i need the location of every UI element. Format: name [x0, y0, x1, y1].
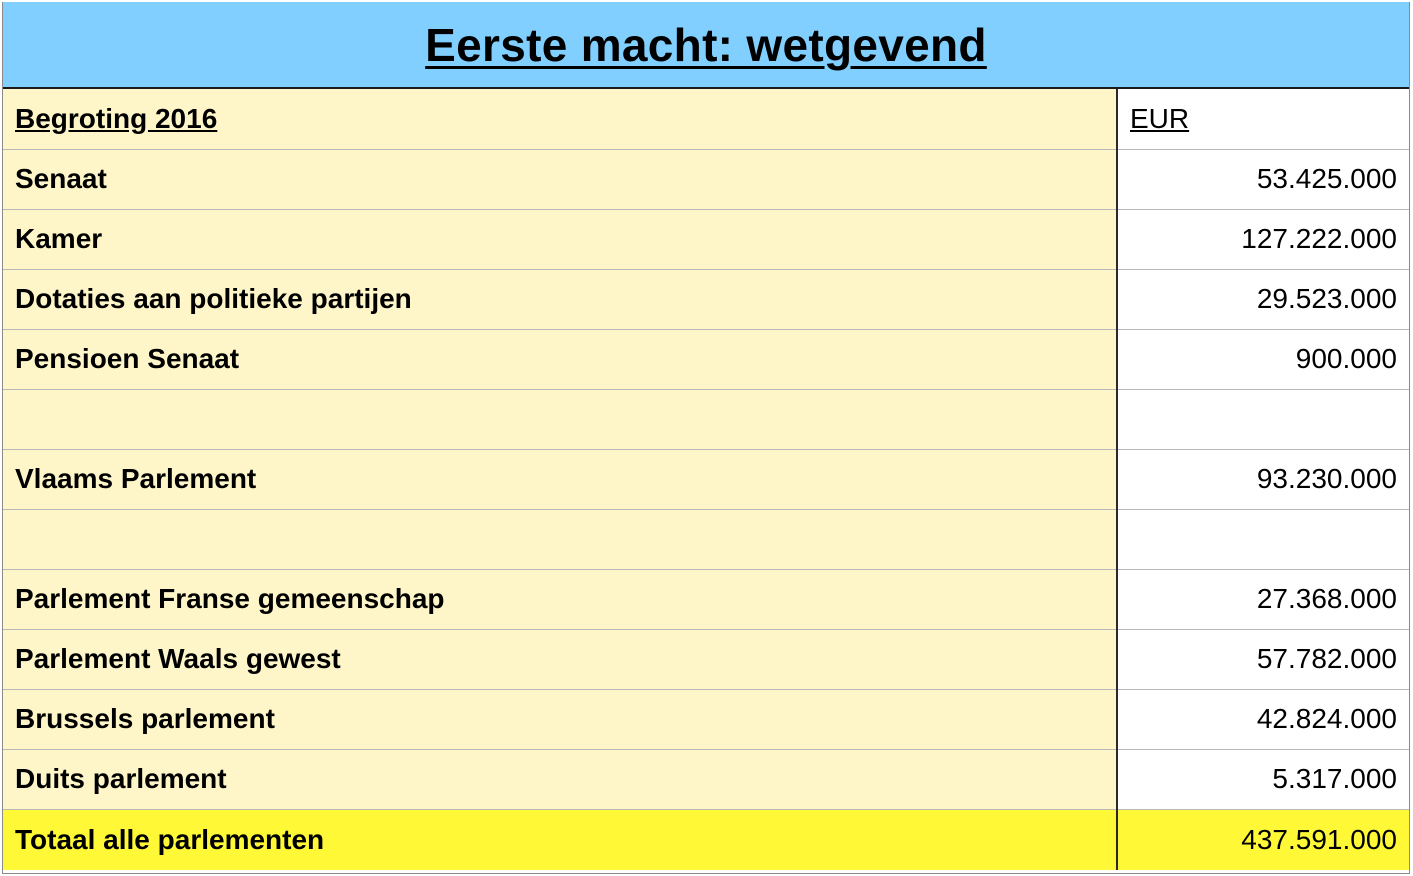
- row-label-cell[interactable]: Vlaams Parlement: [3, 449, 1118, 510]
- row-value-cell[interactable]: [1117, 389, 1409, 450]
- table-row: Vlaams Parlement 93.230.000: [3, 449, 1409, 510]
- row-value-cell[interactable]: 127.222.000: [1117, 209, 1409, 270]
- row-value-cell[interactable]: 27.368.000: [1117, 569, 1409, 630]
- budget-table: Begroting 2016 EUR Senaat 53.425.000 Kam…: [3, 89, 1409, 870]
- row-value-cell[interactable]: 53.425.000: [1117, 149, 1409, 210]
- row-label-cell[interactable]: Parlement Franse gemeenschap: [3, 569, 1118, 630]
- row-value-cell[interactable]: 29.523.000: [1117, 269, 1409, 330]
- row-label-cell[interactable]: Dotaties aan politieke partijen: [3, 269, 1118, 330]
- row-label-cell[interactable]: Pensioen Senaat: [3, 329, 1118, 390]
- row-label-cell[interactable]: Parlement Waals gewest: [3, 629, 1118, 690]
- total-row: Totaal alle parlementen 437.591.000: [3, 809, 1409, 870]
- row-label-cell[interactable]: Kamer: [3, 209, 1118, 270]
- table-row: Pensioen Senaat 900.000: [3, 329, 1409, 390]
- row-value-cell[interactable]: 5.317.000: [1117, 749, 1409, 810]
- row-label-cell[interactable]: Duits parlement: [3, 749, 1118, 810]
- table-row: Parlement Franse gemeenschap 27.368.000: [3, 569, 1409, 630]
- table-row: Dotaties aan politieke partijen 29.523.0…: [3, 269, 1409, 330]
- empty-row: [3, 389, 1409, 450]
- title-bar: Eerste macht: wetgevend: [3, 2, 1409, 89]
- table-row: Kamer 127.222.000: [3, 209, 1409, 270]
- header-row: Begroting 2016 EUR: [3, 89, 1409, 150]
- row-label-cell[interactable]: [3, 389, 1118, 450]
- table-row: Brussels parlement 42.824.000: [3, 689, 1409, 750]
- total-label-cell[interactable]: Totaal alle parlementen: [3, 809, 1118, 870]
- row-label-cell[interactable]: [3, 509, 1118, 570]
- budget-sheet: Eerste macht: wetgevend Begroting 2016 E…: [2, 2, 1410, 874]
- empty-row: [3, 509, 1409, 570]
- row-value-cell[interactable]: 42.824.000: [1117, 689, 1409, 750]
- table-row: Parlement Waals gewest 57.782.000: [3, 629, 1409, 690]
- row-value-cell[interactable]: 57.782.000: [1117, 629, 1409, 690]
- row-value-cell[interactable]: [1117, 509, 1409, 570]
- row-label-cell[interactable]: Senaat: [3, 149, 1118, 210]
- table-row: Duits parlement 5.317.000: [3, 749, 1409, 810]
- header-unit-cell[interactable]: EUR: [1117, 89, 1409, 150]
- table-row: Senaat 53.425.000: [3, 149, 1409, 210]
- row-value-cell[interactable]: 900.000: [1117, 329, 1409, 390]
- row-label-cell[interactable]: Brussels parlement: [3, 689, 1118, 750]
- total-value-cell[interactable]: 437.591.000: [1117, 809, 1409, 870]
- row-value-cell[interactable]: 93.230.000: [1117, 449, 1409, 510]
- header-label-cell[interactable]: Begroting 2016: [3, 89, 1118, 150]
- sheet-title: Eerste macht: wetgevend: [425, 18, 987, 71]
